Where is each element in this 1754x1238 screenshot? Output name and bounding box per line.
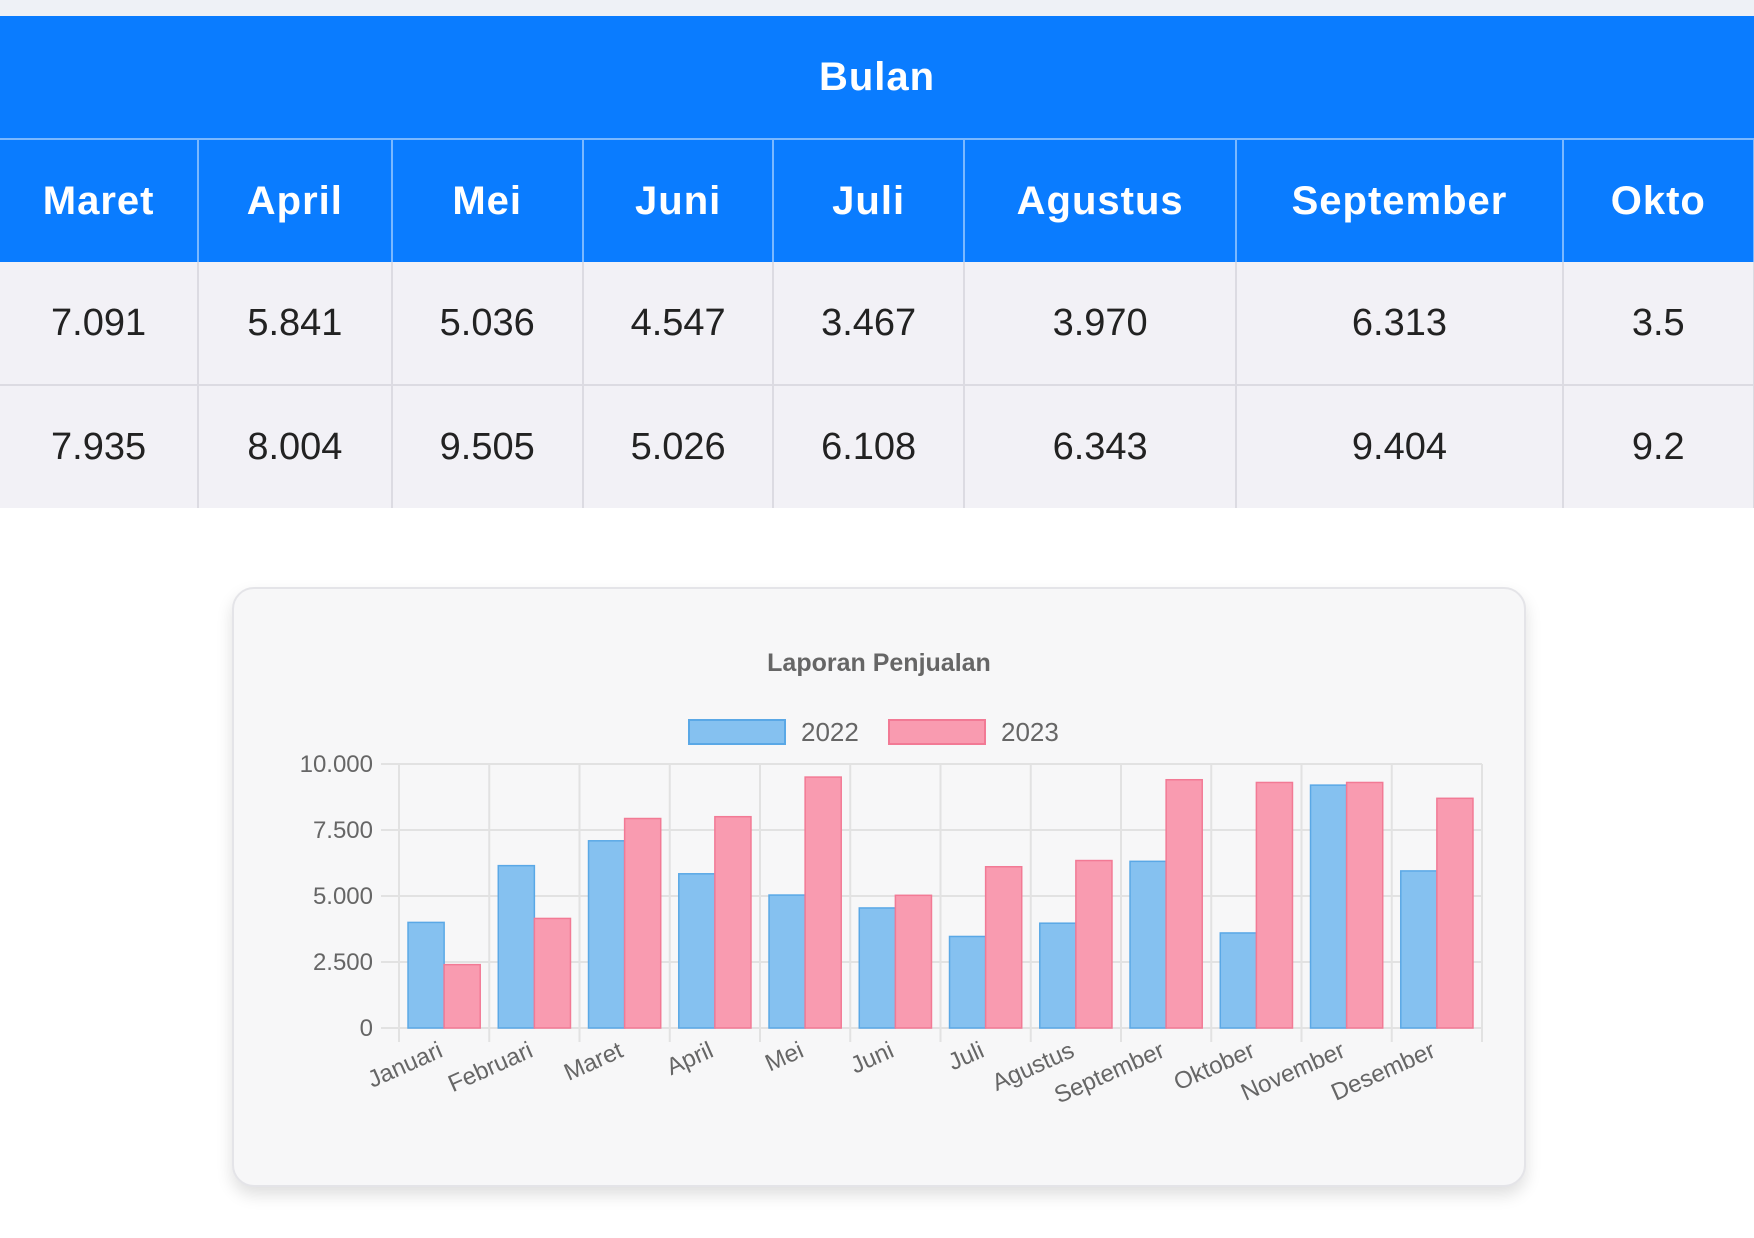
bar-2022-agustus[interactable] [1039,922,1077,1029]
table-cell: 7.091 [0,262,200,386]
chart-legend: 2022 2023 [688,717,1059,747]
y-tick-label: 7.500 [313,817,373,844]
sales-chart: Laporan Penjualan 2022 2023 0 2.500 5.000 7.… [300,649,1483,1110]
table-row: 7.091 5.841 5.036 4.547 3.467 3.970 6.31… [0,262,1754,386]
bar-2023-maret[interactable] [623,817,662,1029]
bar-2022-oktober[interactable] [1219,932,1258,1029]
table-cell: 5.841 [198,262,393,386]
table-cell: 6.313 [1236,262,1564,386]
bar-2023-juli[interactable] [984,865,1023,1029]
table-cell: 9.2 [1562,385,1754,508]
bar-2022-februari[interactable] [497,864,536,1029]
bar-2023-mei[interactable] [804,776,842,1029]
bar-2022-juli[interactable] [948,935,987,1029]
table-cell: 5.026 [582,385,775,508]
bar-2022-november[interactable] [1309,784,1348,1029]
bar-2022-september[interactable] [1129,860,1167,1029]
x-tick-label: Desember [1327,1037,1439,1107]
bar-2022-juni[interactable] [858,907,897,1029]
bar-2022-april[interactable] [678,873,716,1029]
column-header-oktober[interactable]: Okto [1562,139,1754,262]
sales-table-wrapper: Bulan Maret April Mei Juni Juli Agustus … [0,16,1754,508]
column-header-juli[interactable]: Juli [773,139,965,262]
table-cell: 9.505 [391,385,584,508]
table-cell: 9.404 [1236,385,1564,508]
x-tick-label: Mei [761,1037,807,1077]
column-header-september[interactable]: September [1236,139,1564,262]
y-tick-label: 0 [360,1015,373,1042]
bar-2023-februari[interactable] [533,917,572,1029]
bar-2023-april[interactable] [714,815,752,1029]
table-cell: 7.935 [0,385,200,508]
bar-2023-november[interactable] [1345,781,1384,1029]
legend-label-2023: 2023 [1001,717,1059,747]
legend-swatch-2022[interactable] [688,719,786,745]
y-axis: 0 2.500 5.000 7.500 10.000 [300,751,373,1042]
legend-label-2022: 2022 [801,717,859,747]
x-axis: JanuariFebruari Maret April Mei Juni Juli Agus… [364,1037,1440,1110]
chart-title: Laporan Penjualan [767,649,991,677]
y-tick-label: 5.000 [313,883,373,910]
x-tick-label: Januari [364,1037,447,1094]
table-cell: 6.343 [963,385,1238,508]
bar-2023-januari[interactable] [443,963,481,1029]
table-row: 7.935 8.004 9.505 5.026 6.108 6.343 9.40… [0,385,1754,508]
y-tick-label: 2.500 [313,949,373,976]
bar-2023-juni[interactable] [894,894,933,1029]
group-header-label: Bulan [818,54,936,99]
column-header-juni[interactable]: Juni [582,139,775,262]
table-cell: 3.970 [963,262,1238,386]
bar-2023-oktober[interactable] [1255,781,1294,1029]
bar-2023-september[interactable] [1165,778,1203,1029]
y-tick-label: 10.000 [300,751,373,778]
column-header-mei[interactable]: Mei [391,139,584,262]
column-header-april[interactable]: April [198,139,393,262]
table-cell: 8.004 [198,385,393,508]
table-cell: 4.547 [582,262,775,386]
top-strip [0,0,1754,16]
x-tick-label: April [662,1037,717,1081]
x-tick-label: Juli [944,1037,988,1076]
table-cell: 5.036 [391,262,584,386]
x-tick-label: Maret [560,1037,627,1087]
bar-2023-desember[interactable] [1436,797,1474,1029]
group-header-bulan: Bulan [0,16,1754,140]
bar-2022-januari[interactable] [407,921,445,1029]
bar-2022-desember[interactable] [1400,870,1438,1029]
bar-2023-agustus[interactable] [1075,859,1113,1029]
column-header-agustus[interactable]: Agustus [963,139,1238,262]
x-tick-label: Juni [847,1037,898,1080]
legend-swatch-2023[interactable] [888,719,986,745]
chart-card: Laporan Penjualan 2022 2023 0 2.500 5.000 7.… [232,587,1526,1187]
table-cell: 3.5 [1562,262,1754,386]
table-cell: 6.108 [773,385,965,508]
bar-2022-maret[interactable] [587,840,626,1029]
bar-2022-mei[interactable] [768,894,806,1029]
sales-table: Bulan Maret April Mei Juni Juli Agustus … [0,16,1754,508]
x-tick-label: Februari [444,1037,537,1098]
column-header-maret[interactable]: Maret [0,139,200,262]
x-tick-label: November [1237,1037,1349,1107]
table-cell: 3.467 [773,262,965,386]
